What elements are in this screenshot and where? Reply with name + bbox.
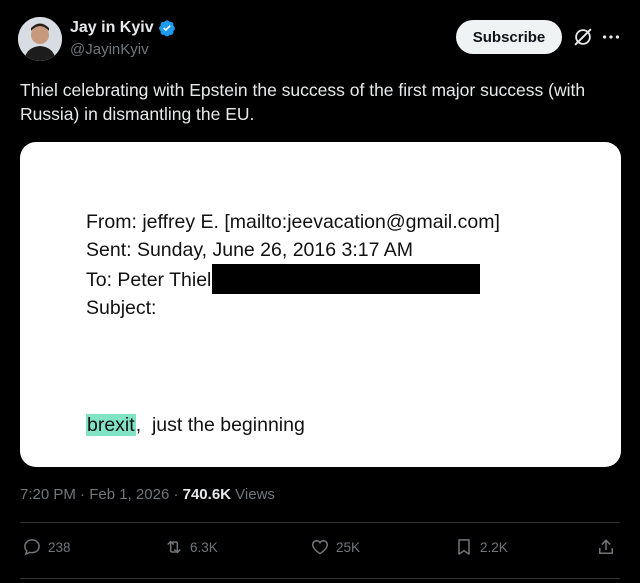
meta-separator: · (75, 486, 90, 503)
share-icon (599, 539, 613, 554)
like-button[interactable]: 25K (310, 537, 360, 557)
tweet-text: Thiel celebrating with Epstein the succe… (20, 80, 586, 124)
bookmark-button[interactable]: 2.2K (454, 537, 508, 557)
grok-icon[interactable] (572, 26, 594, 48)
email-body-text: , just the beginning (135, 414, 305, 436)
email-from-line: From: jeffrey E. [mailto:jeevacation@gma… (86, 211, 500, 233)
email-subject-line: Subject: (86, 297, 157, 319)
email-to-line: To: Peter Thiel (86, 269, 212, 291)
highlighted-word: brexit (86, 414, 136, 436)
bookmark-count: 2.2K (480, 539, 508, 555)
reply-button[interactable]: 238 (22, 537, 71, 557)
email-sent-line: Sent: Sunday, June 26, 2016 3:17 AM (86, 239, 414, 261)
email-screenshot-image[interactable]: From: jeffrey E. [mailto:jeevacation@gma… (20, 142, 621, 467)
repost-icon (167, 540, 181, 554)
divider-top (20, 522, 620, 523)
avatar[interactable] (18, 17, 62, 61)
like-count: 25K (336, 539, 361, 555)
divider-bottom (20, 578, 620, 579)
action-bar: 238 6.3K 25K 2.2K (20, 537, 620, 565)
reply-count: 238 (48, 539, 71, 555)
heart-icon (311, 539, 329, 555)
share-button[interactable] (596, 537, 616, 557)
email-header: From: jeffrey E. [mailto:jeevacation@gma… (86, 208, 500, 322)
tweet-post: Jay in Kyiv @JayinKyiv Subscribe Thiel c… (0, 0, 640, 583)
views-label: Views (231, 486, 275, 503)
verified-badge-icon (158, 19, 176, 37)
post-meta: 7:20 PM · Feb 1, 2026 · 740.6K Views (20, 486, 275, 503)
email-body: brexit, just the beginning (86, 414, 305, 437)
redaction-bar (212, 264, 481, 294)
post-time[interactable]: 7:20 PM (20, 486, 76, 503)
repost-count: 6.3K (190, 539, 218, 555)
bookmark-icon (458, 539, 470, 555)
repost-button[interactable]: 6.3K (164, 537, 218, 557)
more-icon[interactable] (600, 26, 622, 48)
author-handle[interactable]: @JayinKyiv (70, 41, 149, 58)
meta-separator-2: · (169, 486, 183, 503)
subscribe-button[interactable]: Subscribe (456, 20, 562, 54)
reply-icon (24, 539, 40, 556)
post-date[interactable]: Feb 1, 2026 (89, 486, 169, 503)
views-count: 740.6K (182, 486, 231, 503)
display-name[interactable]: Jay in Kyiv (70, 19, 154, 37)
author-name-row[interactable]: Jay in Kyiv (70, 19, 176, 37)
email-to-row: To: Peter Thiel (86, 264, 500, 294)
